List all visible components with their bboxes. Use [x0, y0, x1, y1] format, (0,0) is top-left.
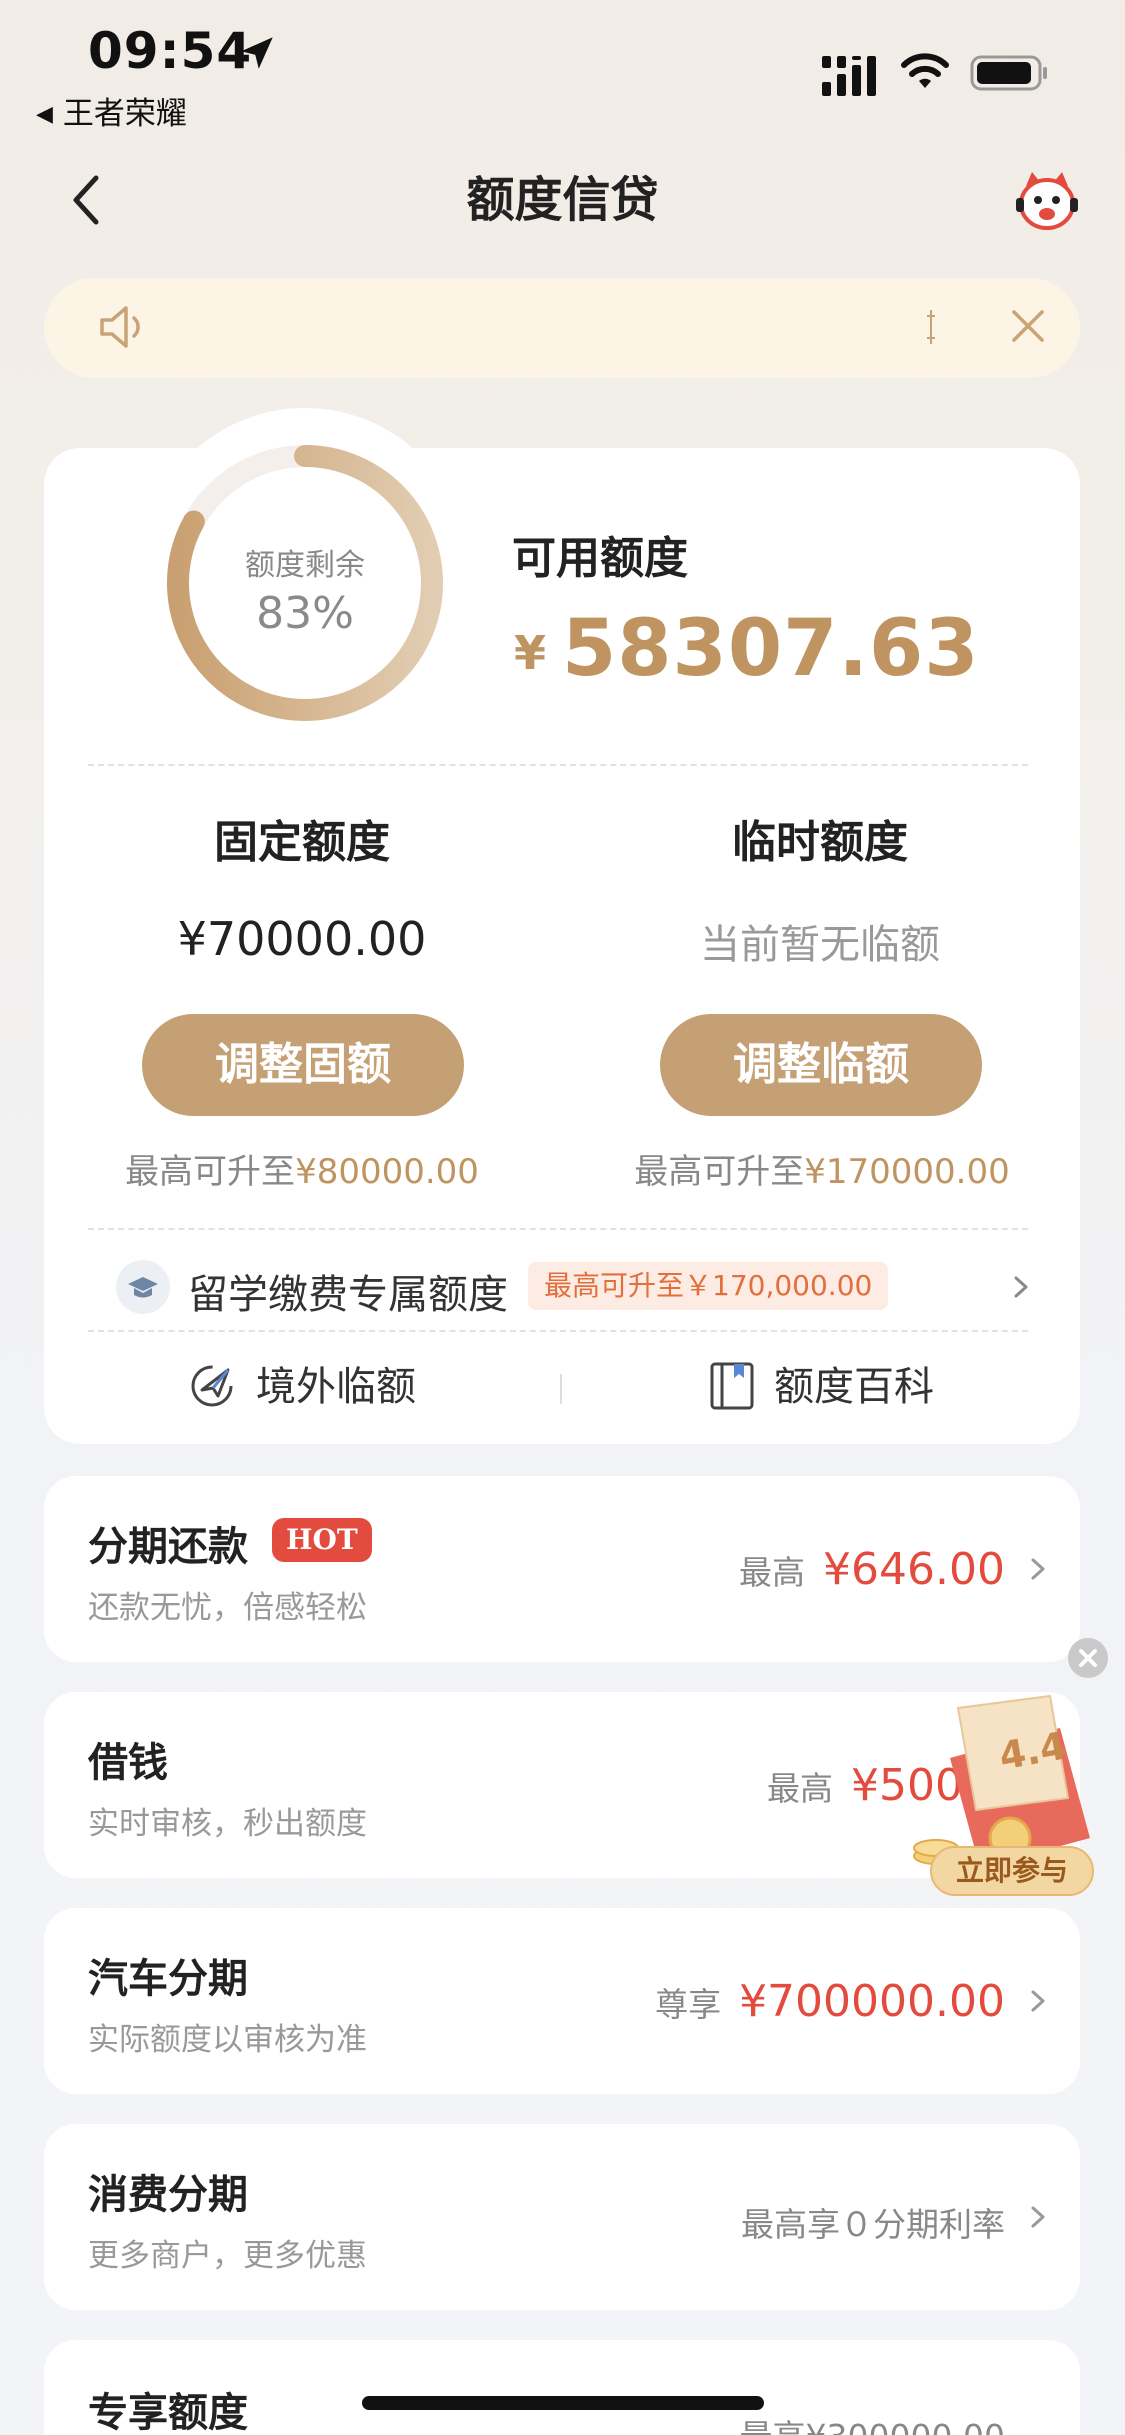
fixed-max-line: 最高可升至¥80000.00: [62, 1144, 542, 1193]
page-title: 额度信贷: [466, 172, 659, 228]
credit-wiki-link[interactable]: 额度百科: [774, 1354, 934, 1412]
fixed-max-amount: ¥80000.00: [295, 1152, 479, 1192]
cellular-signal-icon: [822, 56, 876, 96]
service-value: 尊享 ¥700000.00: [655, 1976, 1005, 2027]
service-value-amount: ¥700000.00: [739, 1976, 1005, 2027]
location-arrow-icon: [241, 37, 273, 69]
ring-label: 额度剩余: [245, 548, 365, 583]
study-abroad-credit-link[interactable]: 留学缴费专属额度: [188, 1262, 508, 1320]
overseas-plane-icon: [191, 1365, 233, 1407]
service-title: 汽车分期: [88, 1956, 248, 2002]
status-time: 09:54: [88, 22, 253, 80]
home-indicator: [362, 2396, 764, 2410]
service-value-text: 最高享０分期利率: [741, 2205, 1005, 2244]
chevron-right-icon: [1031, 1558, 1045, 1580]
temporary-credit-status: 当前暂无临额: [700, 922, 940, 968]
service-title: 借钱: [88, 1740, 168, 1786]
adjust-fixed-credit-button[interactable]: 调整固额: [142, 1014, 464, 1116]
fixed-credit-title: 固定额度: [214, 817, 390, 868]
divider: [88, 1330, 1028, 1332]
back-to-app-link[interactable]: ◀ 王者荣耀: [36, 88, 187, 133]
back-app-label: 王者荣耀: [62, 96, 187, 132]
chevron-right-icon: [1031, 1990, 1045, 2012]
join-now-button[interactable]: 立即参与: [930, 1846, 1094, 1896]
back-triangle-icon: ◀: [36, 102, 53, 127]
divider: [88, 1228, 1028, 1230]
service-subtitle: 实际额度以审核为准: [88, 2022, 367, 2058]
ring-percent: 83%: [256, 588, 354, 639]
temporary-max-line: 最高可升至¥170000.00: [582, 1144, 1062, 1193]
service-value-amount: ¥646.00: [823, 1544, 1005, 1595]
chevron-right-icon[interactable]: [1010, 1274, 1032, 1300]
available-currency-symbol: ¥: [514, 626, 547, 680]
temporary-credit-title: 临时额度: [732, 817, 908, 868]
temporary-max-prefix: 最高可升至: [634, 1152, 805, 1192]
service-value-prefix: 最高: [767, 1769, 834, 1808]
book-icon: [710, 1362, 754, 1410]
service-value-text: 最高¥300000.00: [740, 2410, 1005, 2435]
speaker-icon: [100, 306, 140, 348]
service-subtitle: 更多商户，更多优惠: [88, 2238, 367, 2274]
promo-close-button[interactable]: [1068, 1638, 1108, 1678]
service-title: 专享额度: [88, 2390, 248, 2435]
service-title: 分期还款: [88, 1524, 248, 1570]
service-subtitle: 还款无忧，倍感轻松: [88, 1590, 367, 1626]
close-icon[interactable]: [1008, 306, 1048, 346]
service-value-prefix: 最高: [739, 1553, 806, 1592]
available-credit-label: 可用额度: [512, 533, 688, 584]
close-icon: [1079, 1649, 1097, 1667]
fixed-max-prefix: 最高可升至: [125, 1152, 296, 1192]
wifi-icon: [901, 53, 949, 88]
available-credit-amount: 58307.63: [562, 604, 980, 694]
chevron-right-icon: [1031, 2206, 1045, 2228]
overseas-temp-credit-link[interactable]: 境外临额: [256, 1354, 416, 1412]
hot-badge: HOT: [272, 1518, 372, 1562]
customer-service-mascot-icon[interactable]: [1012, 168, 1082, 232]
separator: [560, 1374, 562, 1404]
notice-scroll-indicator-icon: [927, 310, 935, 344]
service-value: 最高 ¥646.00: [739, 1544, 1005, 1595]
service-subtitle: 实时审核，秒出额度: [88, 1806, 367, 1842]
adjust-temporary-credit-button[interactable]: 调整临额: [660, 1014, 982, 1116]
service-title: 消费分期: [88, 2172, 248, 2218]
temporary-max-amount: ¥170000.00: [804, 1152, 1010, 1192]
graduation-cap-icon: [116, 1260, 170, 1314]
divider: [88, 764, 1028, 766]
service-value-prefix: 尊享: [655, 1985, 722, 2024]
study-max-badge: 最高可升至￥170,000.00: [528, 1262, 889, 1310]
fixed-credit-amount: ¥70000.00: [177, 912, 427, 966]
battery-icon: [970, 55, 1047, 91]
